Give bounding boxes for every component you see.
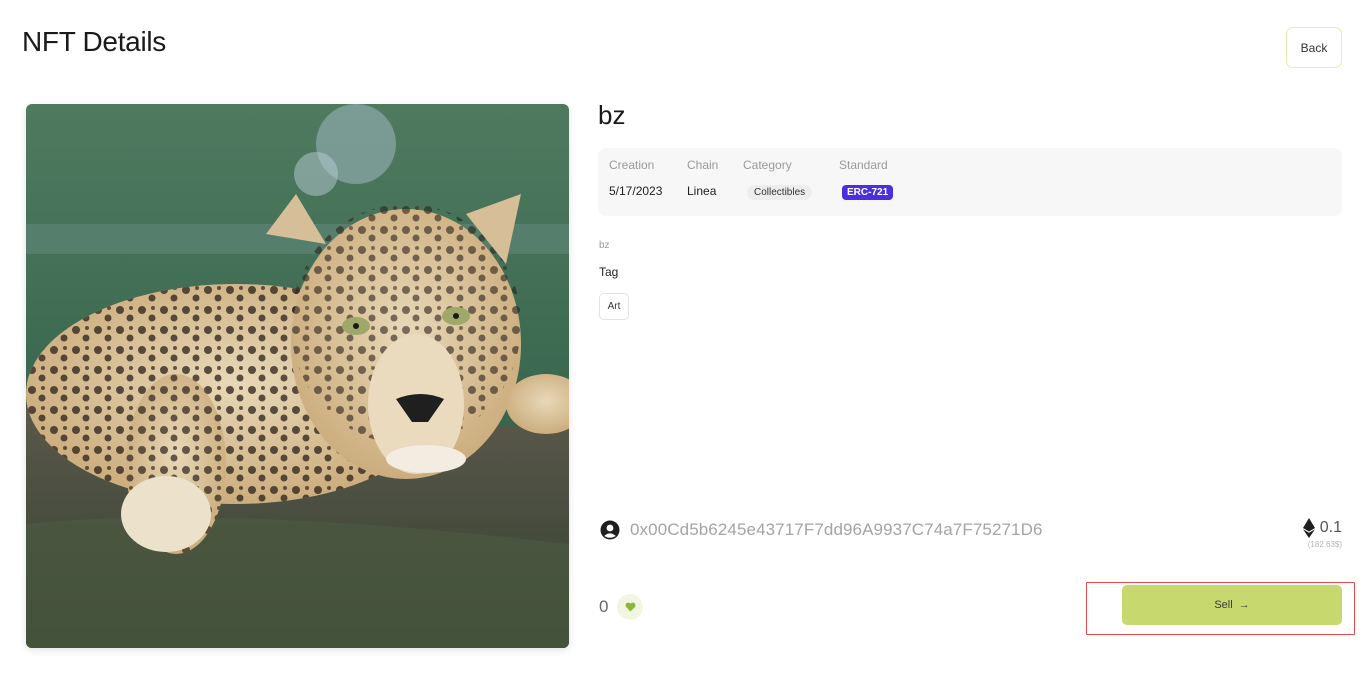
- owner-row: 0x00Cd5b6245e43717F7dd96A9937C74a7F75271…: [600, 520, 1043, 540]
- back-button[interactable]: Back: [1286, 27, 1342, 68]
- sell-button[interactable]: Sell →: [1122, 585, 1342, 625]
- user-avatar-icon: [600, 520, 620, 540]
- standard-badge: ERC-721: [842, 185, 894, 200]
- standard-label: Standard: [839, 158, 888, 172]
- tag-chip[interactable]: Art: [599, 293, 629, 320]
- sell-label: Sell: [1214, 599, 1233, 611]
- likes-row: 0: [599, 594, 644, 620]
- category-badge: Collectibles: [747, 185, 813, 200]
- nft-image: [26, 104, 569, 648]
- price-usd: (182.63$): [1307, 540, 1342, 549]
- leopard-photo: [26, 104, 569, 648]
- nft-info-panel: Creation 5/17/2023 Chain Linea Category …: [598, 148, 1342, 216]
- like-count: 0: [599, 597, 609, 616]
- chain-info: Chain Linea: [687, 158, 718, 198]
- ethereum-icon: [1302, 518, 1315, 538]
- standard-info: Standard ERC-721: [839, 158, 894, 200]
- tag-heading: Tag: [599, 265, 619, 279]
- price-block: 0.1 (182.63$): [1302, 518, 1342, 549]
- price-value: 0.1: [1319, 519, 1342, 536]
- category-label: Category: [743, 158, 792, 172]
- heart-icon[interactable]: [617, 594, 644, 620]
- creation-info: Creation 5/17/2023: [609, 158, 662, 198]
- category-info: Category Collectibles: [743, 158, 813, 200]
- chain-value: Linea: [687, 184, 717, 198]
- creation-value: 5/17/2023: [609, 184, 663, 198]
- nft-description: bz: [599, 240, 610, 251]
- creation-label: Creation: [609, 158, 655, 172]
- nft-name: bz: [598, 100, 626, 130]
- owner-address[interactable]: 0x00Cd5b6245e43717F7dd96A9937C74a7F75271…: [630, 520, 1043, 540]
- page-title: NFT Details: [22, 26, 166, 57]
- chain-label: Chain: [687, 158, 719, 172]
- arrow-right-icon: →: [1238, 599, 1250, 611]
